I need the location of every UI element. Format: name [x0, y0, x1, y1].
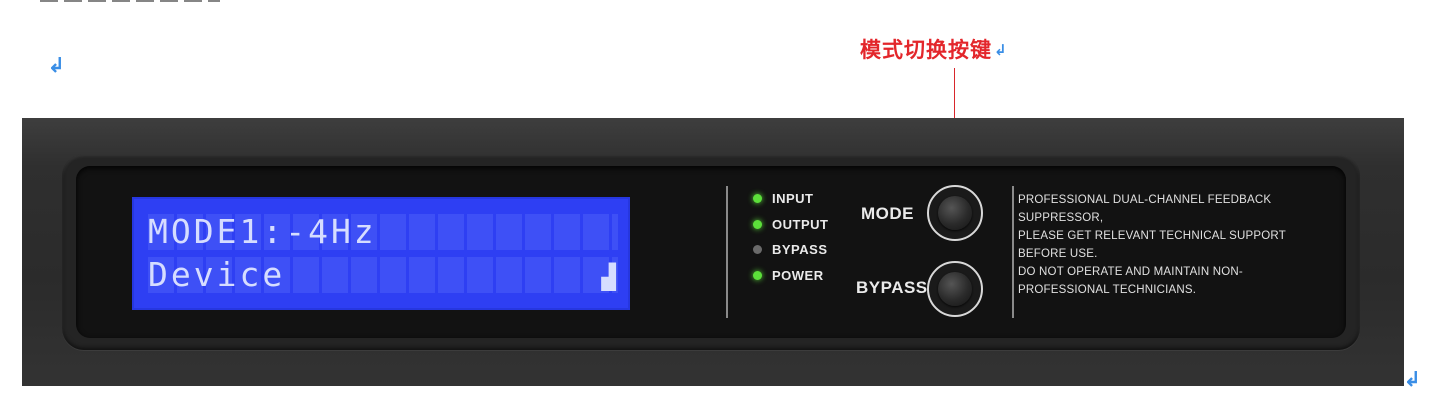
indicator-input: INPUT — [753, 191, 814, 206]
notice-text: PROFESSIONAL DUAL-CHANNEL FEEDBACK SUPPR… — [1018, 191, 1288, 299]
led-bypass-icon — [753, 245, 762, 254]
paragraph-return-icon: ↲ — [48, 55, 65, 77]
indicator-label: OUTPUT — [772, 216, 829, 232]
lcd-line-2: Device ▟ — [148, 255, 618, 294]
notice-line: PROFESSIONAL TECHNICIANS. — [1018, 284, 1197, 296]
lock-icon: ▟ — [601, 263, 616, 291]
lcd-line-1: MODE1:-4Hz — [148, 212, 618, 251]
led-output-icon — [753, 219, 762, 229]
mode-knob[interactable] — [938, 196, 972, 230]
indicator-label: INPUT — [772, 191, 814, 206]
notice-line: PROFESSIONAL DUAL-CHANNEL FEEDBACK — [1018, 194, 1272, 206]
notice-divider — [1012, 186, 1014, 318]
indicator-output: OUTPUT — [753, 217, 828, 232]
lcd-device-text: Device — [148, 255, 286, 294]
mode-button-label: MODE — [861, 204, 914, 223]
notice-line: SUPPRESSOR, — [1018, 212, 1104, 224]
indicator-label: BYPASS — [772, 242, 828, 257]
mode-switch-callout: 模式切换按键 ↲ — [860, 34, 1008, 64]
notice-line: BEFORE USE. — [1018, 248, 1098, 260]
led-power-icon — [753, 270, 762, 280]
indicator-label: POWER — [772, 267, 824, 283]
bypass-button[interactable] — [927, 261, 983, 317]
lcd-mode-text: MODE1:-4Hz — [148, 212, 377, 251]
led-input-icon — [753, 194, 762, 203]
notice-line: DO NOT OPERATE AND MAINTAIN NON- — [1018, 266, 1243, 278]
mode-button[interactable] — [927, 185, 983, 241]
cropped-heading-fragment — [40, 0, 270, 6]
bypass-knob[interactable] — [938, 272, 972, 306]
lcd-display: MODE1:-4Hz Device ▟ — [132, 197, 630, 310]
notice-line: PLEASE GET RELEVANT TECHNICAL SUPPORT — [1018, 230, 1286, 242]
paragraph-return-icon: ↲ — [994, 41, 1008, 59]
callout-label: 模式切换按键 — [860, 38, 992, 62]
bypass-button-label: BYPASS — [856, 278, 928, 297]
led-divider — [726, 186, 728, 318]
paragraph-return-icon: ↲ — [1404, 369, 1421, 391]
indicator-power: POWER — [753, 268, 824, 283]
indicator-bypass: BYPASS — [753, 242, 828, 257]
